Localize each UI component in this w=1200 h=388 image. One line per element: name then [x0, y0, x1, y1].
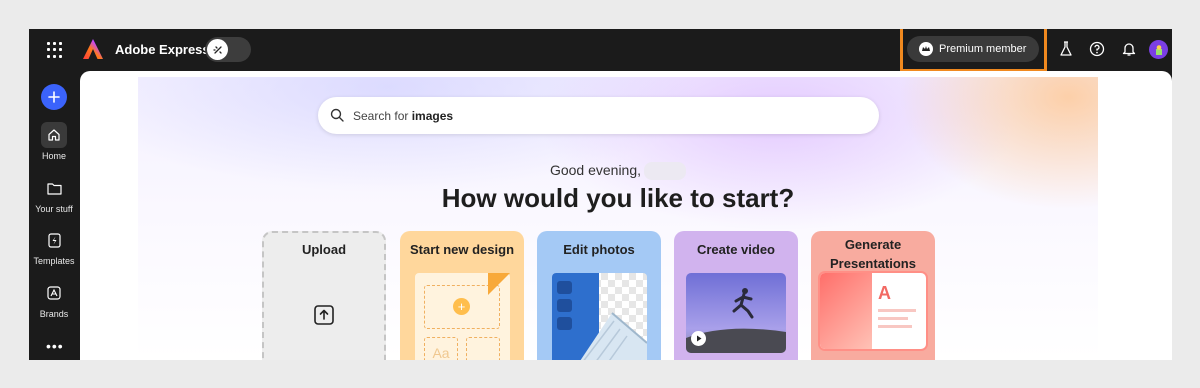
- top-bar: Adobe Express Premium member: [29, 29, 1172, 72]
- presentation-slide-illustration: A: [820, 273, 926, 349]
- theme-toggle[interactable]: [205, 37, 251, 62]
- adobe-express-logo-icon[interactable]: [82, 38, 104, 60]
- user-name-redacted: [644, 162, 687, 181]
- crown-icon: [919, 42, 933, 56]
- app-window: Adobe Express Premium member Home Your s…: [29, 29, 1172, 360]
- start-new-design-card[interactable]: Start new design + Aa: [400, 231, 524, 360]
- card-title: Generate Presentations: [830, 237, 916, 271]
- sidebar-item-label: Templates: [33, 256, 75, 266]
- left-sidebar: Home Your stuff Templates Brands •••: [29, 71, 79, 360]
- page-title: How would you like to start?: [441, 183, 795, 213]
- help-icon[interactable]: [1088, 40, 1106, 58]
- edit-photos-card[interactable]: Edit photos: [537, 231, 661, 360]
- video-thumbnail-illustration: [686, 273, 786, 353]
- search-icon: [330, 108, 344, 122]
- image-icon: [557, 299, 572, 312]
- labs-flask-icon[interactable]: [1057, 40, 1075, 58]
- sidebar-item-label: Brands: [39, 309, 69, 319]
- more-options-icon[interactable]: •••: [46, 339, 64, 353]
- upload-icon: [314, 305, 334, 325]
- brands-icon: [41, 280, 67, 306]
- magic-wand-icon: [557, 281, 572, 294]
- create-video-card[interactable]: Create video: [674, 231, 798, 360]
- app-title: Adobe Express: [115, 42, 210, 57]
- sidebar-item-home[interactable]: Home: [29, 122, 79, 161]
- greeting-text: Good evening,: [138, 162, 1098, 181]
- card-title: Create video: [696, 242, 776, 257]
- runner-figure: [732, 288, 754, 319]
- card-title: Start new design: [409, 242, 515, 257]
- add-element-icon: +: [453, 298, 470, 315]
- premium-member-button[interactable]: Premium member: [907, 36, 1039, 62]
- page-fold-corner: [488, 273, 510, 295]
- search-placeholder: Search for images: [353, 109, 454, 123]
- plus-icon: [48, 91, 60, 103]
- notifications-bell-icon[interactable]: [1120, 40, 1138, 58]
- play-icon: [691, 331, 706, 346]
- card-title: Edit photos: [563, 242, 635, 257]
- folder-icon: [41, 175, 67, 201]
- generate-presentations-card[interactable]: Generate Presentations A: [811, 231, 935, 360]
- sidebar-item-templates[interactable]: Templates: [29, 227, 79, 266]
- photo-editing-illustration: [552, 273, 647, 360]
- main-content: Search for images Good evening, How woul…: [80, 71, 1172, 360]
- upload-card[interactable]: Upload: [262, 231, 386, 360]
- search-input[interactable]: Search for images: [318, 97, 879, 134]
- design-canvas-illustration: + Aa: [415, 273, 510, 360]
- premium-member-label: Premium member: [939, 43, 1027, 55]
- card-title: Upload: [301, 242, 347, 257]
- sidebar-item-your-stuff[interactable]: Your stuff: [29, 175, 79, 214]
- sparkle-icon: [207, 39, 228, 60]
- sidebar-item-brands[interactable]: Brands: [29, 280, 79, 319]
- hero-banner: Search for images Good evening, How woul…: [138, 77, 1098, 360]
- adjust-sliders-icon: [557, 317, 572, 330]
- templates-icon: [41, 227, 67, 253]
- user-avatar[interactable]: [1149, 40, 1168, 59]
- sidebar-item-label: Home: [41, 151, 66, 161]
- create-new-button[interactable]: [41, 84, 67, 110]
- home-icon: [41, 122, 67, 148]
- apps-grid-icon[interactable]: [47, 42, 63, 58]
- sidebar-item-label: Your stuff: [35, 204, 73, 214]
